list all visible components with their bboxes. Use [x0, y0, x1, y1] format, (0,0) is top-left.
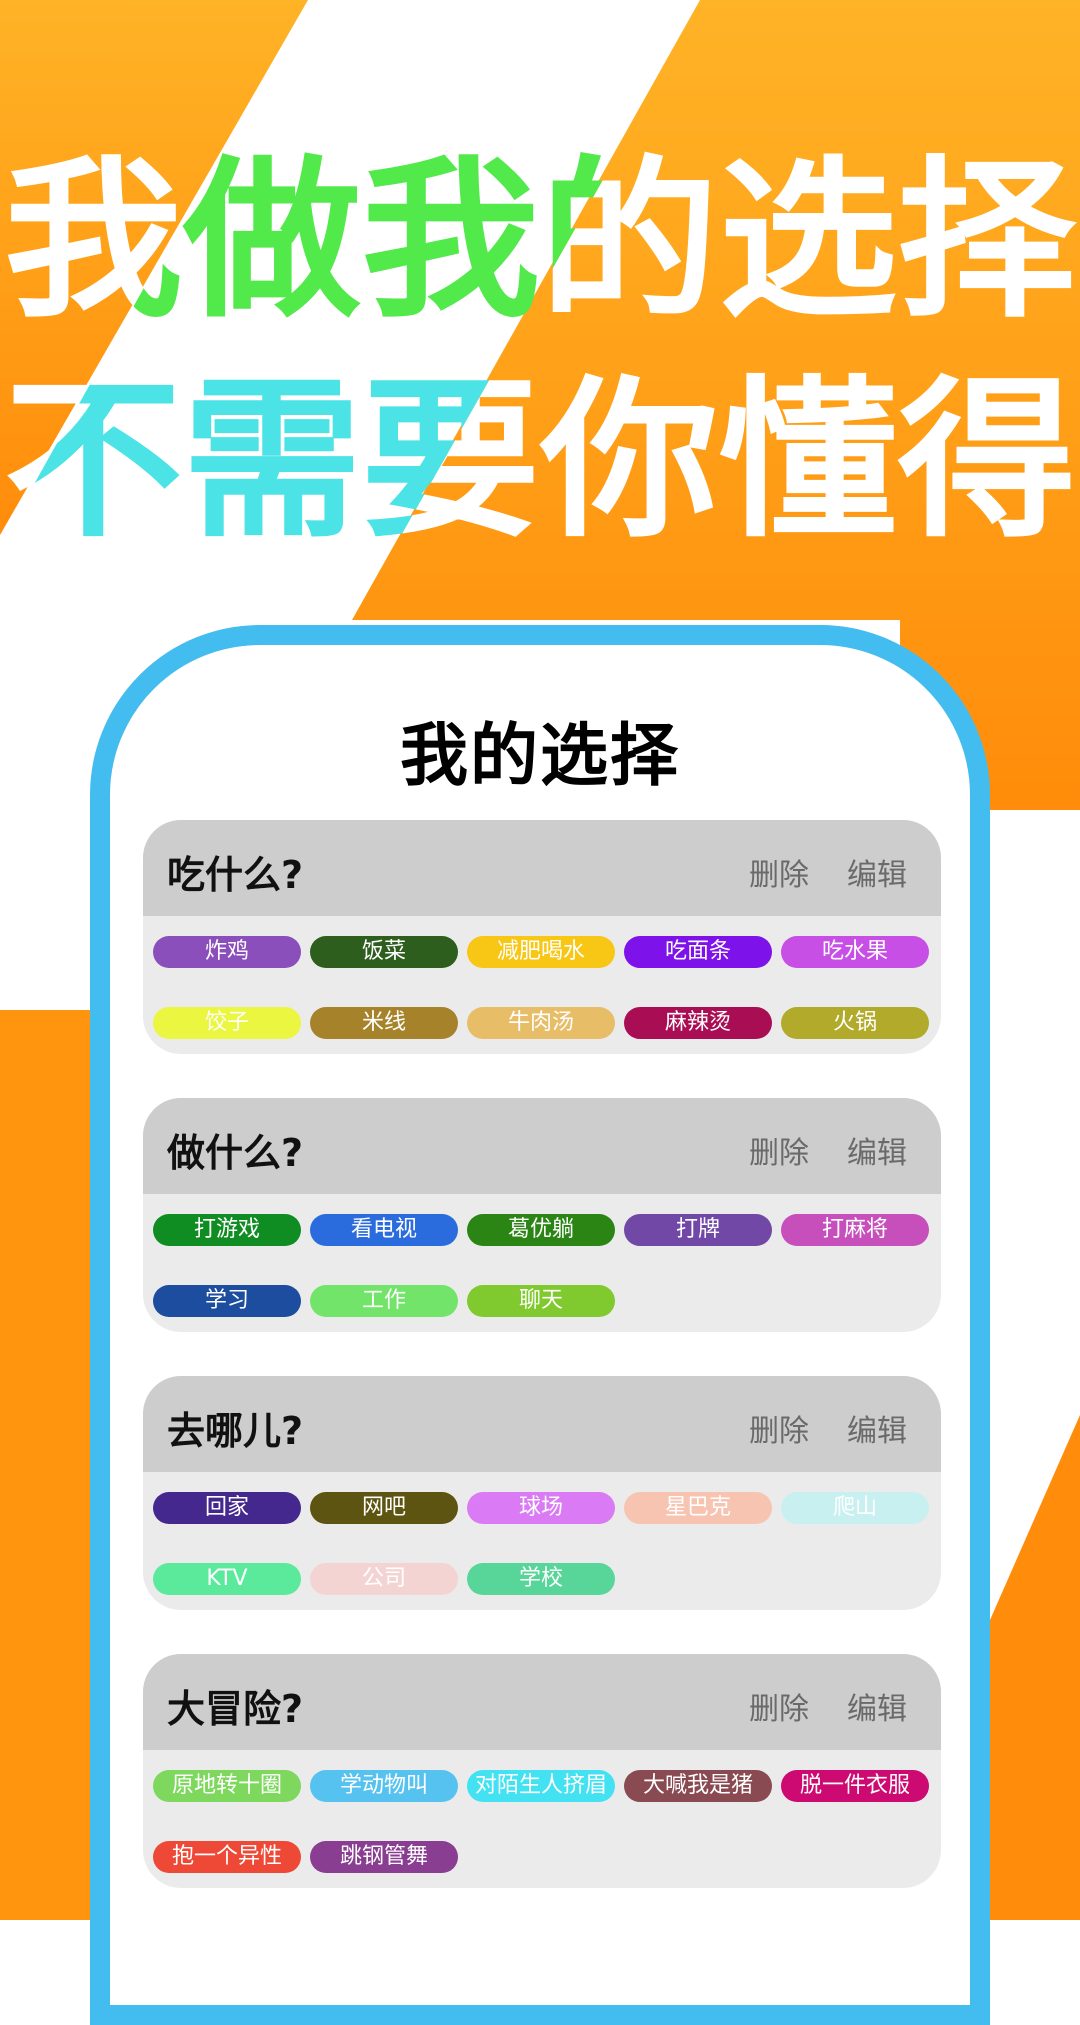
- option-chips: 回家 网吧 球场 星巴克 爬山 KTV 公司 学校: [143, 1472, 941, 1610]
- delete-button[interactable]: 删除: [749, 1684, 809, 1728]
- choice-card: 吃什么? 删除 编辑 炸鸡 饭菜 减肥喝水 吃面条 吃水果饺子 米线 牛肉汤 麻辣烫 火锅: [143, 820, 941, 1054]
- option-chip[interactable]: 跳钢管舞: [310, 1841, 458, 1873]
- option-chip[interactable]: 爬山: [781, 1492, 929, 1524]
- option-chip[interactable]: 炸鸡: [153, 936, 301, 968]
- option-chip[interactable]: 吃水果: [781, 936, 929, 968]
- card-header: 吃什么? 删除 编辑: [143, 820, 941, 916]
- card-header: 去哪儿? 删除 编辑: [143, 1376, 941, 1472]
- option-chip[interactable]: 葛优躺: [467, 1214, 615, 1246]
- delete-button[interactable]: 删除: [749, 1406, 809, 1450]
- option-chip[interactable]: 学动物叫: [310, 1770, 458, 1802]
- option-chip[interactable]: 网吧: [310, 1492, 458, 1524]
- option-chips: 打游戏 看电视 葛优躺 打牌 打麻将学习 工作 聊天: [143, 1194, 941, 1332]
- option-chip[interactable]: 麻辣烫: [624, 1007, 772, 1039]
- choice-card: 去哪儿? 删除 编辑 回家 网吧 球场 星巴克 爬山 KTV 公司 学校: [143, 1376, 941, 1610]
- choice-card: 大冒险? 删除 编辑 原地转十圈 学动物叫 对陌生人挤眉 大喊我是猪 脱一件衣服抱一个异…: [143, 1654, 941, 1888]
- delete-button[interactable]: 删除: [749, 850, 809, 894]
- option-chip[interactable]: 饺子: [153, 1007, 301, 1039]
- option-chip[interactable]: 抱一个异性: [153, 1841, 301, 1873]
- option-chip[interactable]: 打牌: [624, 1214, 772, 1246]
- option-chip[interactable]: 工作: [310, 1285, 458, 1317]
- option-chip[interactable]: KTV: [153, 1563, 301, 1595]
- card-title: 做什么?: [167, 1131, 304, 1175]
- option-chip[interactable]: 公司: [310, 1563, 458, 1595]
- option-chip[interactable]: 原地转十圈: [153, 1770, 301, 1802]
- option-chips: 原地转十圈 学动物叫 对陌生人挤眉 大喊我是猪 脱一件衣服抱一个异性 跳钢管舞: [143, 1750, 941, 1888]
- page-title: 我的选择: [399, 717, 680, 796]
- edit-button[interactable]: 编辑: [847, 1684, 907, 1728]
- edit-button[interactable]: 编辑: [847, 850, 907, 894]
- option-chip[interactable]: 火锅: [781, 1007, 929, 1039]
- option-chip[interactable]: 饭菜: [310, 936, 458, 968]
- delete-button[interactable]: 删除: [749, 1128, 809, 1172]
- option-chip[interactable]: 看电视: [310, 1214, 458, 1246]
- option-chip[interactable]: 脱一件衣服: [781, 1770, 929, 1802]
- card-title: 吃什么?: [167, 853, 304, 897]
- option-chip[interactable]: 米线: [310, 1007, 458, 1039]
- card-header: 大冒险? 删除 编辑: [143, 1654, 941, 1750]
- option-chip[interactable]: 牛肉汤: [467, 1007, 615, 1039]
- option-chip[interactable]: 吃面条: [624, 936, 772, 968]
- option-chip[interactable]: 打麻将: [781, 1214, 929, 1246]
- orange-shape-bottom-left: [0, 1010, 100, 1920]
- option-chip[interactable]: 星巴克: [624, 1492, 772, 1524]
- option-chip[interactable]: 回家: [153, 1492, 301, 1524]
- option-chip[interactable]: 学习: [153, 1285, 301, 1317]
- headline-graphic: 我做我的选择 不需要你懂得 我做我的选择 不需要你懂得: [4, 140, 1077, 561]
- option-chip[interactable]: 球场: [467, 1492, 615, 1524]
- headline: 我做我的选择 不需要你懂得 我做我的选择 不需要你懂得: [0, 0, 1080, 600]
- option-chip[interactable]: 减肥喝水: [467, 936, 615, 968]
- edit-button[interactable]: 编辑: [847, 1128, 907, 1172]
- option-chip[interactable]: 大喊我是猪: [624, 1770, 772, 1802]
- option-chip[interactable]: 聊天: [467, 1285, 615, 1317]
- option-chip[interactable]: 对陌生人挤眉: [467, 1770, 615, 1802]
- edit-button[interactable]: 编辑: [847, 1406, 907, 1450]
- card-header: 做什么? 删除 编辑: [143, 1098, 941, 1194]
- card-title: 去哪儿?: [167, 1409, 304, 1453]
- option-chip[interactable]: 打游戏: [153, 1214, 301, 1246]
- option-chips: 炸鸡 饭菜 减肥喝水 吃面条 吃水果饺子 米线 牛肉汤 麻辣烫 火锅: [143, 916, 941, 1054]
- option-chip[interactable]: 学校: [467, 1563, 615, 1595]
- card-title: 大冒险?: [167, 1687, 304, 1731]
- choice-card: 做什么? 删除 编辑 打游戏 看电视 葛优躺 打牌 打麻将学习 工作 聊天: [143, 1098, 941, 1332]
